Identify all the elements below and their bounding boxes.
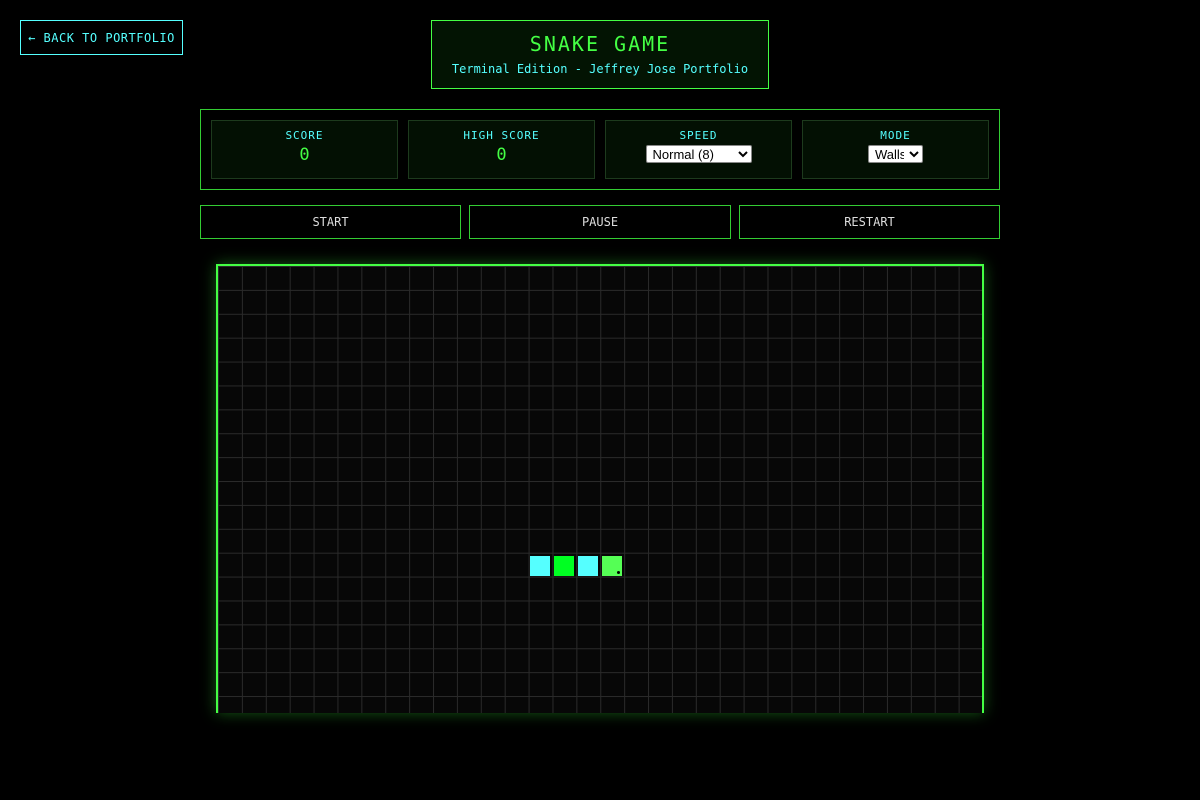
high-score-label: HIGH SCORE xyxy=(463,129,540,142)
page-subtitle: Terminal Edition - Jeffrey Jose Portfoli… xyxy=(451,62,749,76)
score-label: SCORE xyxy=(285,129,324,142)
score-box: SCORE 0 xyxy=(211,120,398,179)
mode-label: MODE xyxy=(880,129,911,142)
title-panel: SNAKE GAME Terminal Edition - Jeffrey Jo… xyxy=(431,20,769,89)
snake-head xyxy=(602,556,622,576)
pause-button[interactable]: PAUSE xyxy=(469,205,731,239)
speed-label: SPEED xyxy=(679,129,718,142)
snake-segment xyxy=(578,556,598,576)
stats-panel: SCORE 0 HIGH SCORE 0 SPEED Normal (8) MO… xyxy=(200,109,1000,190)
snake-segment xyxy=(530,556,550,576)
page-title: SNAKE GAME xyxy=(529,32,671,56)
speed-box: SPEED Normal (8) xyxy=(605,120,792,179)
snake-segment xyxy=(554,556,574,576)
game-board[interactable] xyxy=(216,264,984,713)
snake-eye xyxy=(617,571,620,574)
restart-button[interactable]: RESTART xyxy=(739,205,1000,239)
mode-select[interactable]: Walls xyxy=(868,145,923,163)
mode-box: MODE Walls xyxy=(802,120,989,179)
high-score-box: HIGH SCORE 0 xyxy=(408,120,595,179)
high-score-value: 0 xyxy=(496,145,507,165)
start-button[interactable]: START xyxy=(200,205,461,239)
score-value: 0 xyxy=(299,145,310,165)
back-to-portfolio-button[interactable]: ← BACK TO PORTFOLIO xyxy=(20,20,183,55)
speed-select[interactable]: Normal (8) xyxy=(645,145,752,163)
